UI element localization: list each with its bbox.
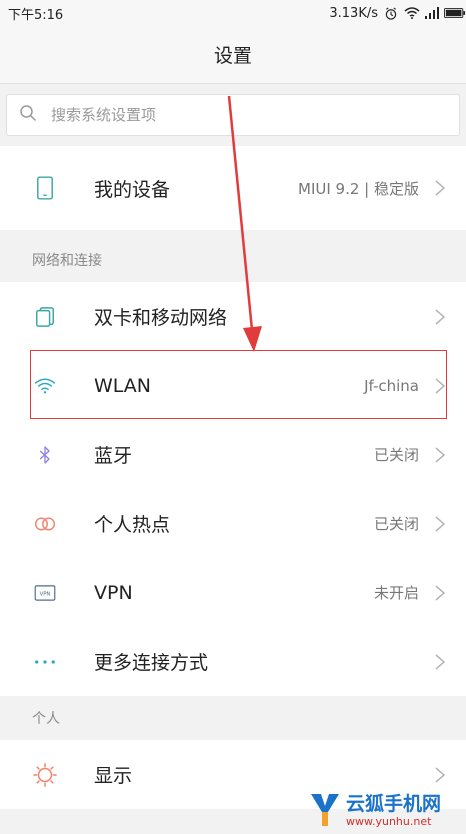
my-device-row[interactable]: 我的设备 MIUI 9.2 | 稳定版 [0, 146, 466, 230]
network-card: 双卡和移动网络 WLAN Jf-china 蓝牙 已关闭 个人热点 已关闭 VP… [0, 282, 466, 696]
hotspot-icon [32, 511, 58, 537]
chevron-right-icon [434, 179, 446, 197]
vpn-value: 未开启 [373, 584, 419, 602]
bluetooth-label: 蓝牙 [94, 445, 133, 467]
search-icon [19, 104, 37, 126]
chevron-right-icon [434, 377, 446, 395]
more-connections-row[interactable]: 更多连接方式 [0, 627, 466, 696]
chevron-right-icon [434, 308, 446, 326]
network-speed: 3.13K/s [329, 5, 378, 21]
chevron-right-icon [434, 446, 446, 464]
wlan-row[interactable]: WLAN Jf-china [0, 351, 466, 420]
vpn-icon: VPN [32, 580, 58, 606]
wlan-label: WLAN [94, 374, 152, 397]
vpn-row[interactable]: VPN VPN 未开启 [0, 558, 466, 627]
chevron-right-icon [434, 653, 446, 671]
chevron-right-icon [434, 515, 446, 533]
page-title: 设置 [213, 45, 252, 67]
my-device-label: 我的设备 [94, 178, 171, 201]
alarm-icon [384, 7, 398, 20]
more-dots-icon [32, 649, 58, 675]
signal-icon [424, 7, 439, 19]
fox-logo-icon [308, 790, 342, 830]
my-device-card: 我的设备 MIUI 9.2 | 稳定版 [0, 146, 466, 230]
status-bar: 下午5:16 3.13K/s [0, 0, 466, 26]
svg-text:VPN: VPN [40, 591, 51, 597]
wlan-value: Jf-china [364, 376, 419, 395]
title-bar: 设置 [0, 26, 466, 84]
display-label: 显示 [94, 765, 133, 787]
sim-card-icon [32, 304, 58, 330]
search-area [0, 84, 466, 146]
vpn-label: VPN [94, 581, 133, 604]
section-header-network: 网络和连接 [0, 238, 466, 282]
bluetooth-value: 已关闭 [373, 446, 419, 464]
search-box[interactable] [6, 94, 460, 136]
watermark-title: 云狐手机网 [346, 792, 442, 815]
watermark: 云狐手机网 www.yunhu.net [308, 788, 464, 832]
hotspot-value: 已关闭 [373, 515, 419, 533]
phone-icon [32, 175, 58, 201]
search-input[interactable] [51, 106, 431, 124]
status-right: 3.13K/s [329, 5, 466, 21]
wifi-status-icon [404, 7, 420, 19]
sidebar-item-dual-sim[interactable]: 双卡和移动网络 [0, 282, 466, 351]
bluetooth-row[interactable]: 蓝牙 已关闭 [0, 420, 466, 489]
watermark-url: www.yunhu.net [346, 814, 432, 828]
brightness-icon [32, 762, 58, 788]
dual-sim-label: 双卡和移动网络 [94, 307, 228, 329]
chevron-right-icon [434, 766, 446, 784]
wifi-icon [32, 373, 58, 399]
status-time: 下午5:16 [8, 7, 64, 23]
hotspot-label: 个人热点 [94, 514, 171, 536]
section-header-personal: 个人 [0, 696, 466, 740]
more-connections-label: 更多连接方式 [94, 652, 209, 674]
battery-icon [444, 7, 466, 19]
chevron-right-icon [434, 584, 446, 602]
bluetooth-icon [32, 442, 58, 468]
hotspot-row[interactable]: 个人热点 已关闭 [0, 489, 466, 558]
my-device-value: MIUI 9.2 | 稳定版 [298, 179, 419, 198]
